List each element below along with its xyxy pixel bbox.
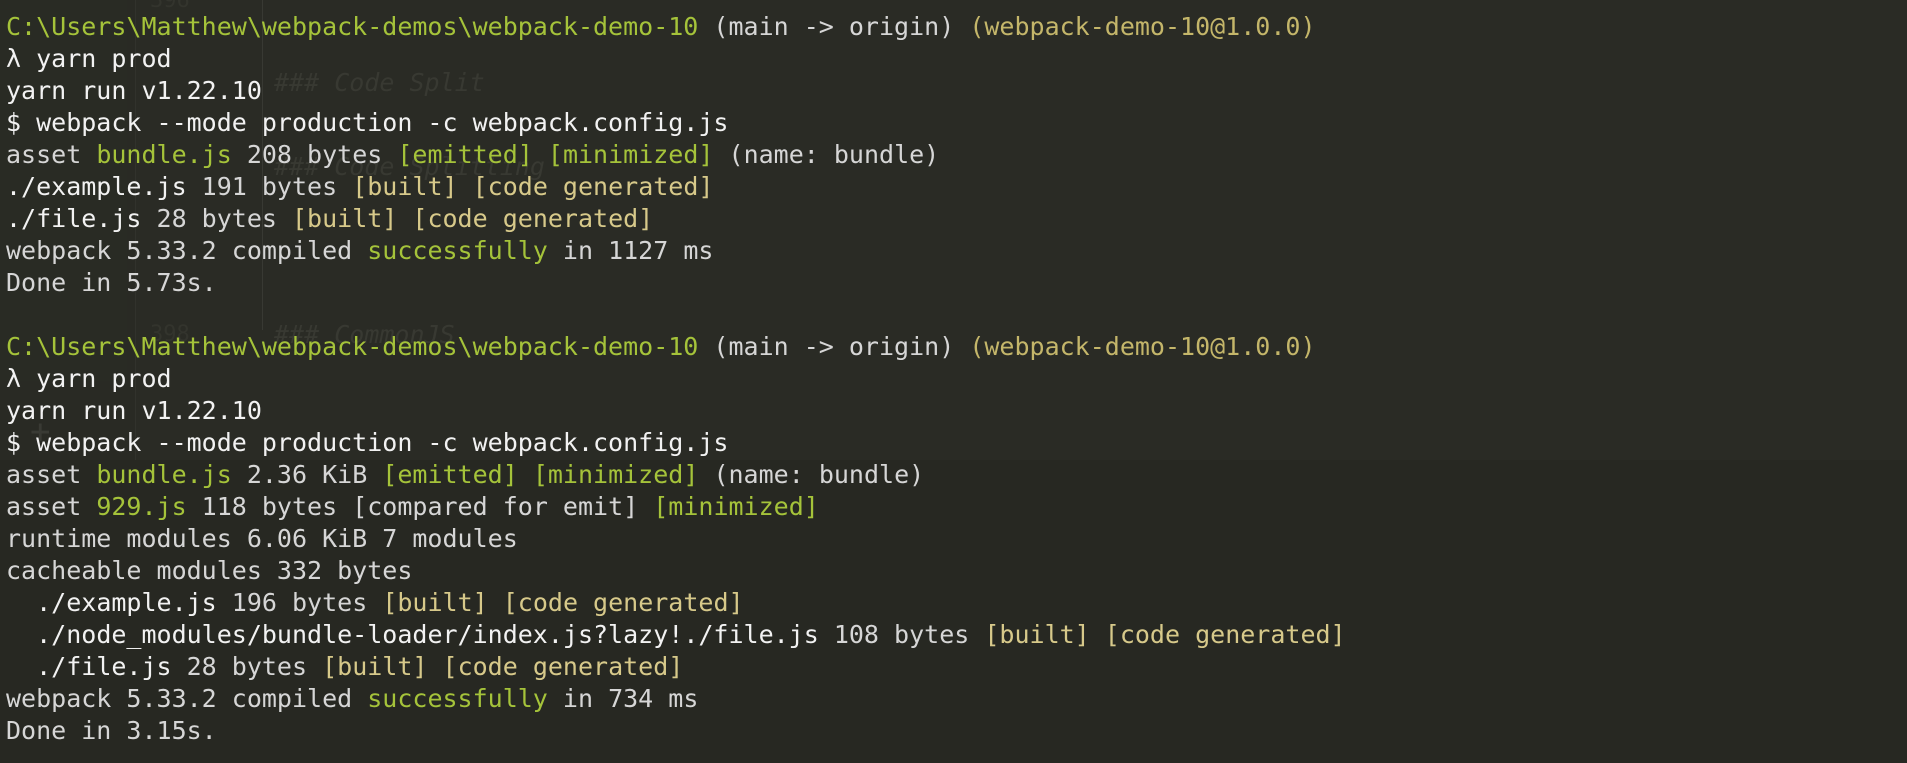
compiled-time: in 1127 ms xyxy=(547,236,714,265)
compiled-status: successfully xyxy=(367,684,548,713)
prompt-command-line: λ yarn prod xyxy=(6,364,172,393)
asset-line: asset bundle.js 208 bytes [emitted] [min… xyxy=(6,139,1907,171)
module-line: ./example.js 196 bytes [built] [code gen… xyxy=(6,587,1907,619)
emitted-flag: [emitted] xyxy=(382,460,518,489)
built-flag: [built] xyxy=(984,620,1090,649)
runtime-modules-line: runtime modules 6.06 KiB 7 modules xyxy=(6,524,518,553)
git-branch: (main -> origin) xyxy=(713,332,955,361)
asset-size: 2.36 KiB xyxy=(231,460,383,489)
asset-label: asset xyxy=(6,140,97,169)
done-line: Done in 5.73s. xyxy=(6,268,217,297)
yarn-version-line: yarn run v1.22.10 xyxy=(6,396,262,425)
cwd-path: C:\Users\Matthew\webpack-demos\webpack-d… xyxy=(6,12,699,41)
cwd-path: C:\Users\Matthew\webpack-demos\webpack-d… xyxy=(6,332,699,361)
minimized-flag: [minimized] xyxy=(653,492,819,521)
module-file: ./example.js xyxy=(36,588,217,617)
code-generated-flag: [code generated] xyxy=(1104,620,1346,649)
emitted-flag: [emitted] xyxy=(397,140,533,169)
prompt-path-line: C:\Users\Matthew\webpack-demos\webpack-d… xyxy=(6,331,1907,363)
compiled-time: in 734 ms xyxy=(547,684,699,713)
asset-line: asset 929.js 118 bytes [compared for emi… xyxy=(6,491,1907,523)
compiled-prefix: webpack 5.33.2 compiled xyxy=(6,236,368,265)
compiled-line: webpack 5.33.2 compiled successfully in … xyxy=(6,235,1907,267)
asset-label: asset xyxy=(6,492,97,521)
module-line: ./node_modules/bundle-loader/index.js?la… xyxy=(6,619,1907,651)
module-size: 28 bytes xyxy=(171,652,323,681)
built-flag: [built] xyxy=(382,588,488,617)
prompt-path-line: C:\Users\Matthew\webpack-demos\webpack-d… xyxy=(6,11,1907,43)
terminal-output[interactable]: C:\Users\Matthew\webpack-demos\webpack-d… xyxy=(6,11,1907,747)
code-generated-flag: [code generated] xyxy=(442,652,684,681)
compiled-prefix: webpack 5.33.2 compiled xyxy=(6,684,368,713)
git-branch: (main -> origin) xyxy=(713,12,955,41)
module-line: ./file.js 28 bytes [built] [code generat… xyxy=(6,203,1907,235)
asset-label: asset xyxy=(6,460,97,489)
minimized-flag: [minimized] xyxy=(532,460,699,489)
module-file: ./file.js xyxy=(6,204,142,233)
code-generated-flag: [code generated] xyxy=(472,172,714,201)
asset-file: bundle.js xyxy=(96,460,232,489)
asset-name: (name: bundle) xyxy=(713,140,940,169)
done-line: Done in 3.15s. xyxy=(6,716,217,745)
module-file: ./file.js xyxy=(36,652,172,681)
package-version: (webpack-demo-10@1.0.0) xyxy=(969,12,1316,41)
built-flag: [built] xyxy=(291,204,398,233)
module-file: ./node_modules/bundle-loader/index.js?la… xyxy=(36,620,819,649)
module-line: ./example.js 191 bytes [built] [code gen… xyxy=(6,171,1907,203)
yarn-version-line: yarn run v1.22.10 xyxy=(6,76,262,105)
compiled-line: webpack 5.33.2 compiled successfully in … xyxy=(6,683,1907,715)
compiled-status: successfully xyxy=(367,236,548,265)
module-size: 191 bytes xyxy=(186,172,353,201)
built-flag: [built] xyxy=(322,652,428,681)
built-flag: [built] xyxy=(352,172,458,201)
asset-file: 929.js xyxy=(96,492,187,521)
module-line: ./file.js 28 bytes [built] [code generat… xyxy=(6,651,1907,683)
webpack-command-line: $ webpack --mode production -c webpack.c… xyxy=(6,428,729,457)
asset-name: (name: bundle) xyxy=(698,460,925,489)
package-version: (webpack-demo-10@1.0.0) xyxy=(969,332,1316,361)
prompt-command-line: λ yarn prod xyxy=(6,44,172,73)
asset-size: 118 bytes xyxy=(186,492,353,521)
module-file: ./example.js xyxy=(6,172,187,201)
module-size: 196 bytes xyxy=(216,588,383,617)
terminal-window[interactable]: 396 ### Code Split ### Code Splitting 39… xyxy=(0,0,1907,763)
asset-size: 208 bytes xyxy=(231,140,398,169)
asset-file: bundle.js xyxy=(96,140,232,169)
cacheable-modules-line: cacheable modules 332 bytes xyxy=(6,556,413,585)
code-generated-flag: [code generated] xyxy=(412,204,654,233)
module-size: 28 bytes xyxy=(141,204,292,233)
module-size: 108 bytes xyxy=(818,620,985,649)
webpack-command-line: $ webpack --mode production -c webpack.c… xyxy=(6,108,729,137)
asset-line: asset bundle.js 2.36 KiB [emitted] [mini… xyxy=(6,459,1907,491)
compared-for-emit-flag: [compared for emit] xyxy=(352,492,639,521)
code-generated-flag: [code generated] xyxy=(502,588,744,617)
minimized-flag: [minimized] xyxy=(547,140,714,169)
